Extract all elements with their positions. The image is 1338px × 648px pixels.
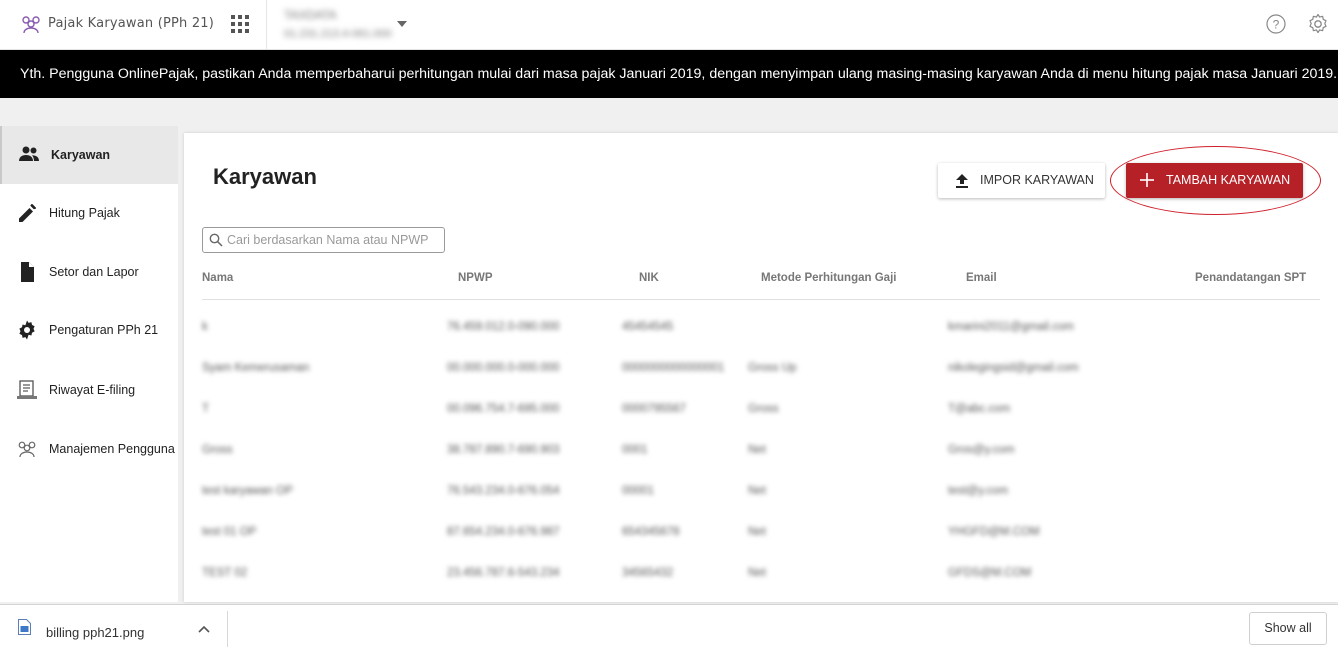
cell-nik: 34565432 [622, 567, 674, 579]
history-icon [17, 380, 37, 399]
app-title[interactable]: Pajak Karyawan (PPh 21) [48, 16, 214, 31]
sidebar-item-label: Pengaturan PPh 21 [49, 323, 159, 337]
sidebar-item-label: Manajemen Pengguna [49, 442, 175, 456]
caret-down-icon[interactable] [396, 20, 408, 28]
cell-email: test@y.com [948, 485, 1009, 497]
import-employee-button[interactable]: IMPOR KARYAWAN [938, 163, 1105, 198]
sidebar-item-label: Riwayat E-filing [49, 383, 136, 397]
add-employee-button[interactable]: TAMBAH KARYAWAN [1126, 163, 1303, 198]
cell-nik: 0000000000000001 [622, 362, 725, 374]
table-row[interactable]: k 76.459.012.0-090.000 45454545 kmarini2… [202, 308, 1320, 349]
cell-nama: test 01 OP [202, 526, 257, 538]
cell-metode: Net [748, 526, 766, 538]
cell-metode: Net [748, 567, 766, 579]
upload-icon [956, 174, 968, 188]
cell-nama: TEST 02 [202, 567, 248, 579]
users-icon [18, 441, 36, 458]
gear-icon [19, 320, 35, 340]
cell-npwp: 87.654.234.0-676.987 [447, 526, 560, 538]
apps-grid-icon[interactable] [231, 15, 249, 33]
announcement-banner: Yth. Pengguna OnlinePajak, pastikan Anda… [0, 50, 1338, 98]
company-npwp: 01.231.213.4-061.000 [284, 28, 392, 40]
users-logo-icon [22, 16, 40, 34]
cell-email: YHGFD@M.COM [948, 526, 1040, 538]
cell-metode: Net [748, 485, 766, 497]
sidebar-item-riwayat-efiling[interactable]: Riwayat E-filing [0, 361, 178, 419]
cell-npwp: 00.000.000.0-000.000 [447, 362, 560, 374]
add-employee-label: TAMBAH KARYAWAN [1166, 173, 1291, 187]
search-icon [209, 233, 223, 247]
plus-icon [1140, 173, 1154, 187]
company-name: TAXDATA [284, 8, 337, 22]
downloads-divider [227, 611, 228, 647]
cell-nik: 0000795567 [622, 403, 686, 415]
sidebar: Karyawan Hitung Pajak Setor dan Lapor Pe… [0, 126, 178, 602]
sidebar-item-setor-lapor[interactable]: Setor dan Lapor [0, 243, 178, 301]
column-header-email[interactable]: Email [966, 272, 997, 284]
topbar-divider [266, 0, 267, 50]
header-divider [202, 299, 1320, 300]
people-icon [19, 146, 39, 161]
cell-email: Gros@y.com [948, 444, 1015, 456]
cell-npwp: 38.787.890.7-690.903 [447, 444, 560, 456]
sidebar-item-label: Hitung Pajak [49, 206, 120, 220]
page-title: Karyawan [213, 164, 317, 189]
cell-email: GFDS@M.COM [948, 567, 1032, 579]
svg-text:?: ? [1273, 18, 1280, 32]
cell-metode: Gross Up [748, 362, 797, 374]
cell-nik: 45454545 [622, 321, 674, 333]
company-selector[interactable]: TAXDATA 01.231.213.4-061.000 [284, 8, 392, 40]
sidebar-item-karyawan[interactable]: Karyawan [0, 126, 178, 184]
cell-email: T@abc.com [948, 403, 1011, 415]
cell-npwp: 23.456.787.6-543.234 [447, 567, 560, 579]
show-all-button[interactable]: Show all [1249, 612, 1327, 645]
column-header-npwp[interactable]: NPWP [458, 272, 493, 284]
table-row[interactable]: Syam Kemerusaman 00.000.000.0-000.000 00… [202, 349, 1320, 390]
download-file-name[interactable]: billing pph21.png [46, 625, 144, 640]
sidebar-item-label: Karyawan [51, 148, 111, 162]
cell-npwp: 00.096.754.7-695.000 [447, 403, 560, 415]
cell-nama: Syam Kemerusaman [202, 362, 310, 374]
sidebar-item-manajemen-pengguna[interactable]: Manajemen Pengguna [0, 420, 178, 478]
cell-nik: 654345678 [622, 526, 680, 538]
sidebar-item-pengaturan[interactable]: Pengaturan PPh 21 [0, 301, 178, 359]
table-row[interactable]: Gross 38.787.890.7-690.903 0001 Net Gros… [202, 431, 1320, 472]
cell-npwp: 76.459.012.0-090.000 [447, 321, 560, 333]
cell-nama: k [202, 321, 208, 333]
sidebar-item-label: Setor dan Lapor [49, 265, 139, 279]
cell-email: nikolegingsid@gmail.com [948, 362, 1079, 374]
cell-email: kmarini2011@gmail.com [948, 321, 1074, 333]
sidebar-item-hitung-pajak[interactable]: Hitung Pajak [0, 184, 178, 242]
downloads-bar: billing pph21.png Show all [0, 604, 1338, 648]
cell-metode: Net [748, 444, 766, 456]
search-input[interactable] [227, 231, 441, 249]
image-file-icon [18, 619, 31, 635]
search-box[interactable] [202, 227, 445, 253]
column-header-nama[interactable]: Nama [202, 272, 233, 284]
cell-nik: 0001 [622, 444, 648, 456]
cell-nik: 00001 [622, 485, 654, 497]
column-header-metode[interactable]: Metode Perhitungan Gaji [761, 272, 896, 284]
cell-npwp: 76.543.234.0-676.054 [447, 485, 560, 497]
employee-card: Karyawan IMPOR KARYAWAN TAMBAH KARYAWAN … [184, 133, 1338, 602]
cell-nama: test karyawan OP [202, 485, 293, 497]
top-bar: Pajak Karyawan (PPh 21) TAXDATA 01.231.2… [0, 0, 1338, 50]
help-icon[interactable]: ? [1265, 13, 1287, 35]
document-icon [21, 262, 34, 282]
table-row[interactable]: T 00.096.754.7-695.000 0000795567 Gross … [202, 390, 1320, 431]
column-header-penandatangan[interactable]: Penandatangan SPT [1195, 272, 1306, 284]
column-header-nik[interactable]: NIK [639, 272, 659, 284]
table-row[interactable]: test 01 OP 87.654.234.0-676.987 65434567… [202, 513, 1320, 554]
chevron-up-icon[interactable] [198, 625, 210, 633]
table-row[interactable]: test karyawan OP 76.543.234.0-676.054 00… [202, 472, 1320, 513]
settings-gear-icon[interactable] [1306, 12, 1330, 36]
cell-nama: Gross [202, 444, 233, 456]
cell-nama: T [202, 403, 210, 415]
cell-metode: Gross [748, 403, 779, 415]
table-row[interactable]: TEST 02 23.456.787.6-543.234 34565432 Ne… [202, 554, 1320, 595]
pencil-icon [19, 204, 36, 222]
import-employee-label: IMPOR KARYAWAN [980, 173, 1094, 187]
